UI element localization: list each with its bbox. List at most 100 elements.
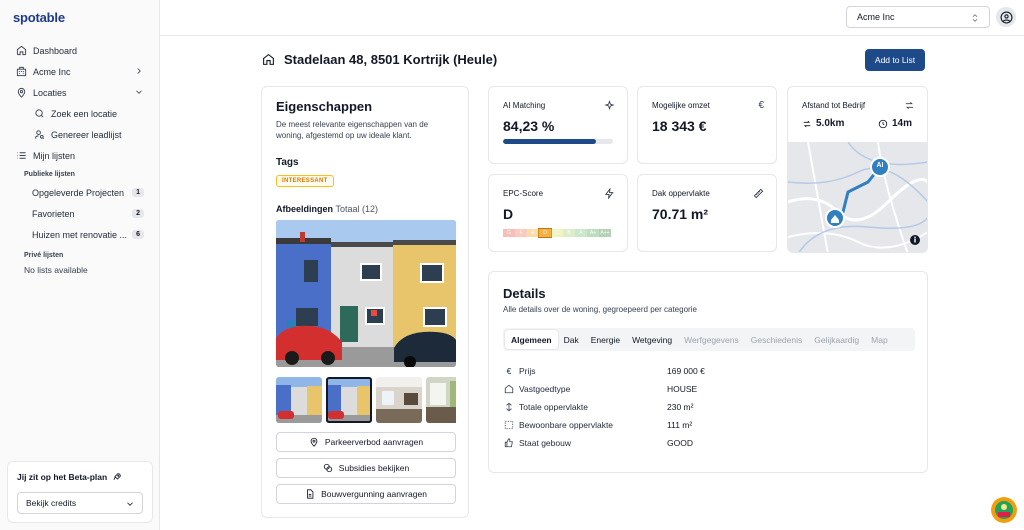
user-circle-icon [1000, 11, 1013, 24]
epc-segment: F [515, 229, 527, 237]
user-search-icon [34, 129, 45, 140]
user-menu-button[interactable] [996, 7, 1016, 27]
euro-icon: € [506, 366, 512, 376]
thumbnail-image[interactable] [376, 377, 422, 423]
stat-value: D [503, 206, 514, 222]
progress-fill [503, 139, 596, 144]
sidebar: spotable Dashboard Acme Inc Locaties Zoe… [0, 0, 160, 530]
distance-time-value: 14m [892, 118, 913, 129]
action-label: Bouwvergunning aanvragen [321, 489, 427, 499]
sidebar-item-mijn-lijsten[interactable]: Mijn lijsten [0, 145, 160, 166]
sidebar-item-dashboard[interactable]: Dashboard [0, 40, 160, 61]
page-title: Stadelaan 48, 8501 Kortrijk (Heule) [262, 52, 497, 67]
tab-geschiedenis[interactable]: Geschiedenis [745, 330, 809, 349]
sidebar-item-locaties[interactable]: Locaties [0, 82, 160, 103]
sparkles-icon [604, 99, 615, 113]
sidebar-item-label: Genereer leadlijst [51, 129, 122, 140]
tab-map[interactable]: Map [865, 330, 894, 349]
subsidies-button[interactable]: Subsidies bekijken [276, 458, 456, 478]
detail-label-text: Totale oppervlakte [519, 402, 588, 412]
distance-time: 14m [878, 118, 912, 129]
app-logo[interactable]: spotable [13, 10, 65, 25]
detail-label: Vastgoedtype [503, 384, 653, 394]
distance-km: 5.0km [802, 118, 844, 129]
list-item[interactable]: Favorieten 2 [0, 203, 160, 224]
epc-segment: A+ [587, 229, 599, 237]
tab-dak[interactable]: Dak [558, 330, 585, 349]
credits-select[interactable]: Bekijk credits [17, 492, 143, 514]
epc-segment: C [551, 229, 563, 237]
private-lists-empty: No lists available [24, 265, 88, 275]
map-pin-icon [16, 87, 27, 98]
address-text: Stadelaan 48, 8501 Kortrijk (Heule) [284, 52, 498, 67]
coins-icon [323, 463, 333, 473]
thumbnail-image[interactable] [426, 377, 456, 423]
rocket-icon [112, 472, 122, 482]
public-lists-label: Publieke lijsten [24, 170, 75, 178]
sidebar-item-label: Zoek een locatie [51, 108, 118, 119]
beta-plan-card: Jij zit op het Beta-plan Bekijk credits [7, 461, 153, 523]
organization-select-value: Acme Inc [857, 12, 895, 22]
route-map[interactable]: AI [788, 142, 927, 252]
detail-label-text: Bewoonbare oppervlakte [519, 420, 614, 430]
house-icon [503, 384, 515, 394]
thumbs-up-icon [503, 438, 515, 448]
home-icon [16, 45, 27, 56]
count-badge: 6 [132, 230, 144, 239]
area-icon [503, 402, 515, 412]
stat-value: 70.71 m² [652, 206, 709, 222]
stat-title: Afstand tot Bedrijf [802, 101, 866, 110]
distance-km-value: 5.0km [816, 118, 845, 129]
add-to-list-button[interactable]: Add to List [865, 49, 925, 71]
sidebar-item-label: Locaties [33, 87, 67, 98]
stat-title: AI Matching [503, 101, 546, 110]
route-icon [802, 119, 812, 129]
properties-title: Eigenschappen [276, 99, 373, 114]
chevron-down-icon [134, 87, 144, 97]
detail-row-price: € Prijs 169 000 € [503, 364, 903, 378]
epc-segment: B [563, 229, 575, 237]
detail-label: € Prijs [503, 366, 653, 376]
search-icon [34, 108, 45, 119]
sidebar-nav: Dashboard Acme Inc Locaties Zoek een loc… [0, 40, 160, 277]
thumbnail-image[interactable] [326, 377, 372, 423]
expand-icon [503, 420, 515, 430]
main-property-photo[interactable] [276, 220, 456, 367]
list-item-label: Huizen met renovatie ... [32, 229, 128, 240]
organization-select[interactable]: Acme Inc [846, 6, 990, 28]
chevron-right-icon [134, 66, 144, 76]
parking-ban-button[interactable]: Parkeerverbod aanvragen [276, 432, 456, 452]
route-icon [904, 100, 915, 113]
sidebar-item-acme[interactable]: Acme Inc [0, 61, 160, 82]
building-icon [16, 66, 27, 77]
action-label: Subsidies bekijken [338, 463, 410, 473]
list-item[interactable]: Opgeleverde Projecten 1 [0, 182, 160, 203]
detail-label: Bewoonbare oppervlakte [503, 420, 653, 430]
sidebar-item-zoek-locatie[interactable]: Zoek een locatie [0, 103, 160, 124]
assistant-avatar-button[interactable] [991, 497, 1017, 523]
euro-icon: € [758, 100, 764, 111]
tab-wetgeving[interactable]: Wetgeving [626, 330, 678, 349]
thumbnail-image[interactable] [276, 377, 322, 423]
beta-plan-title: Jij zit op het Beta-plan [17, 472, 122, 482]
tags-title: Tags [276, 157, 299, 168]
tab-energie[interactable]: Energie [585, 330, 626, 349]
epc-segment: D [538, 228, 552, 238]
images-title: Afbeeldingen Totaal (12) [276, 204, 378, 214]
credits-select-value: Bekijk credits [26, 498, 77, 508]
tab-algemeen[interactable]: Algemeen [505, 330, 558, 349]
details-card: Details Alle details over de woning, geg… [488, 271, 928, 473]
sidebar-item-leadlijst[interactable]: Genereer leadlijst [0, 124, 160, 145]
tab-gelijkaardig[interactable]: Gelijkaardig [808, 330, 865, 349]
revenue-card: Mogelijke omzet € 18 343 € [637, 86, 777, 164]
count-badge: 2 [132, 209, 144, 218]
list-item-label: Opgeleverde Projecten [32, 187, 125, 198]
detail-value: 230 m² [667, 402, 694, 412]
building-permit-button[interactable]: Bouwvergunning aanvragen [276, 484, 456, 504]
detail-label-text: Prijs [519, 366, 536, 376]
tab-werfgegevens[interactable]: Werfgegevens [678, 330, 745, 349]
house-icon [262, 53, 275, 66]
list-item[interactable]: Huizen met renovatie ... 6 [0, 224, 160, 245]
epc-segment: A++ [599, 229, 611, 237]
thumbnail-strip [276, 377, 456, 423]
